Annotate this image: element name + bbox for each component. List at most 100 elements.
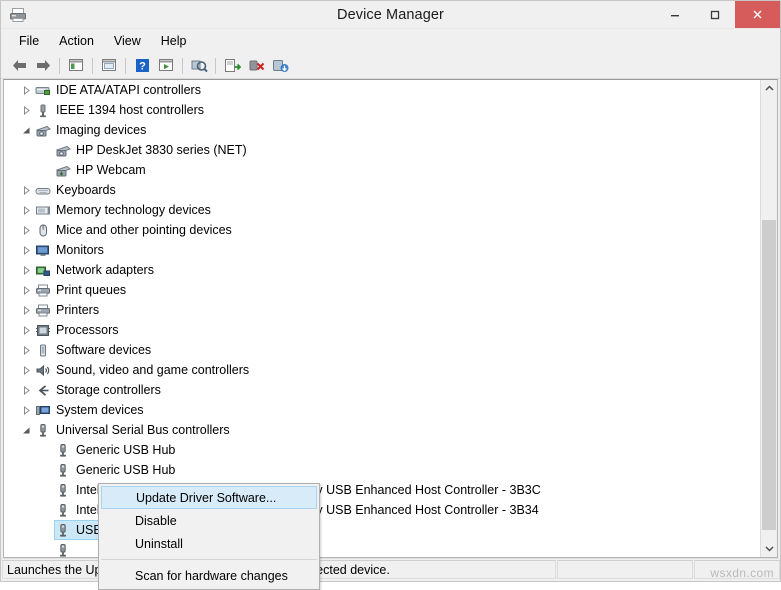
collapse-arrow-icon[interactable] [18, 340, 34, 360]
device-manager-window: Device Manager File Action View Help [0, 0, 781, 582]
collapse-arrow-icon[interactable] [18, 280, 34, 300]
tree-row[interactable]: IDE ATA/ATAPI controllers [4, 80, 759, 100]
context-menu-item[interactable]: Uninstall [99, 532, 319, 555]
tree-row[interactable]: Print queues [4, 280, 759, 300]
tree-row[interactable]: Processors [4, 320, 759, 340]
toolbar-separator [125, 58, 126, 74]
tree-row[interactable]: Universal Serial Bus controllers [4, 420, 759, 440]
uninstall-device-icon[interactable] [244, 55, 268, 77]
scan-hardware-changes-icon[interactable] [187, 55, 211, 77]
tree-row[interactable]: HP DeskJet 3830 series (NET) [4, 140, 759, 160]
collapse-arrow-icon[interactable] [18, 380, 34, 400]
collapse-arrow-icon[interactable] [18, 240, 34, 260]
print-queue-icon [34, 280, 52, 300]
tree-row[interactable]: Sound, video and game controllers [4, 360, 759, 380]
properties-icon[interactable] [97, 55, 121, 77]
tree-row-label: HP DeskJet 3830 series (NET) [72, 143, 247, 157]
collapse-arrow-icon[interactable] [18, 260, 34, 280]
forward-icon[interactable] [31, 55, 55, 77]
tree-row[interactable]: Generic USB Hub [4, 460, 759, 480]
imaging-device-icon [54, 140, 72, 160]
ieee1394-icon [34, 100, 52, 120]
context-menu-item[interactable]: Scan for hardware changes [99, 564, 319, 587]
help-icon[interactable]: ? [130, 55, 154, 77]
tree-row-label: Universal Serial Bus controllers [52, 423, 230, 437]
show-hide-console-tree-icon[interactable] [64, 55, 88, 77]
tree-row[interactable]: Mice and other pointing devices [4, 220, 759, 240]
collapse-arrow-icon[interactable] [18, 320, 34, 340]
close-button[interactable] [735, 1, 780, 28]
collapse-arrow-icon[interactable] [18, 300, 34, 320]
tree-row-label: Keyboards [52, 183, 116, 197]
tree-row[interactable]: Keyboards [4, 180, 759, 200]
tree-row-label: Processors [52, 323, 119, 337]
menu-view[interactable]: View [104, 31, 151, 51]
tree-row-label: Generic USB Hub [72, 443, 175, 457]
enable-device-icon[interactable] [268, 55, 292, 77]
vertical-scrollbar[interactable] [760, 80, 777, 557]
scroll-up-button[interactable] [761, 80, 777, 97]
device-manager-icon [7, 5, 29, 25]
update-driver-software-icon[interactable] [220, 55, 244, 77]
expand-arrow-icon[interactable] [18, 420, 34, 440]
scroll-down-button[interactable] [761, 540, 777, 557]
tree-row-label: Print queues [52, 283, 126, 297]
tree-row[interactable]: Storage controllers [4, 380, 759, 400]
scrollbar-thumb[interactable] [762, 220, 776, 530]
tree-row-label: Software devices [52, 343, 151, 357]
system-device-icon [34, 400, 52, 420]
processor-icon [34, 320, 52, 340]
tree-row-label: Sound, video and game controllers [52, 363, 249, 377]
collapse-arrow-icon[interactable] [18, 400, 34, 420]
toolbar-separator [92, 58, 93, 74]
context-menu-item[interactable]: Disable [99, 509, 319, 532]
tree-row[interactable]: Network adapters [4, 260, 759, 280]
tree-spacer [38, 460, 54, 480]
tree-row[interactable]: Printers [4, 300, 759, 320]
tree-row[interactable]: Memory technology devices [4, 200, 759, 220]
context-menu-item[interactable]: Update Driver Software... [101, 486, 317, 509]
collapse-arrow-icon[interactable] [18, 200, 34, 220]
console-window-icon[interactable] [154, 55, 178, 77]
context-menu[interactable]: Update Driver Software...DisableUninstal… [98, 483, 320, 590]
usb-icon [54, 480, 72, 500]
context-menu-separator [101, 559, 317, 560]
usb-icon [54, 540, 72, 557]
tree-row[interactable]: Imaging devices [4, 120, 759, 140]
printer-icon [34, 300, 52, 320]
tree-row[interactable]: IEEE 1394 host controllers [4, 100, 759, 120]
menu-bar: File Action View Help [1, 29, 780, 53]
tree-row-label: IEEE 1394 host controllers [52, 103, 204, 117]
tree-row[interactable]: System devices [4, 400, 759, 420]
monitor-icon [34, 240, 52, 260]
mouse-icon [34, 220, 52, 240]
usb-icon [54, 460, 72, 480]
collapse-arrow-icon[interactable] [18, 100, 34, 120]
collapse-arrow-icon[interactable] [18, 180, 34, 200]
tree-row-label: Generic USB Hub [72, 463, 175, 477]
tree-row[interactable]: Monitors [4, 240, 759, 260]
usb-icon [34, 420, 52, 440]
expand-arrow-icon[interactable] [18, 120, 34, 140]
menu-file[interactable]: File [9, 31, 49, 51]
tree-row[interactable]: HP Webcam [4, 160, 759, 180]
menu-action[interactable]: Action [49, 31, 104, 51]
tree-row-label: Storage controllers [52, 383, 161, 397]
tree-spacer [38, 500, 54, 520]
tree-row[interactable]: Software devices [4, 340, 759, 360]
ide-controller-icon [34, 80, 52, 100]
maximize-button[interactable] [695, 1, 735, 28]
minimize-button[interactable] [655, 1, 695, 28]
usb-icon [54, 500, 72, 520]
toolbar-separator [59, 58, 60, 74]
title-bar: Device Manager [1, 1, 780, 29]
tree-row[interactable]: Generic USB Hub [4, 440, 759, 460]
back-icon[interactable] [7, 55, 31, 77]
collapse-arrow-icon[interactable] [18, 220, 34, 240]
usb-icon [54, 520, 72, 540]
menu-help[interactable]: Help [151, 31, 197, 51]
tree-row-label: Memory technology devices [52, 203, 211, 217]
collapse-arrow-icon[interactable] [18, 80, 34, 100]
tree-row-label: IDE ATA/ATAPI controllers [52, 83, 201, 97]
collapse-arrow-icon[interactable] [18, 360, 34, 380]
